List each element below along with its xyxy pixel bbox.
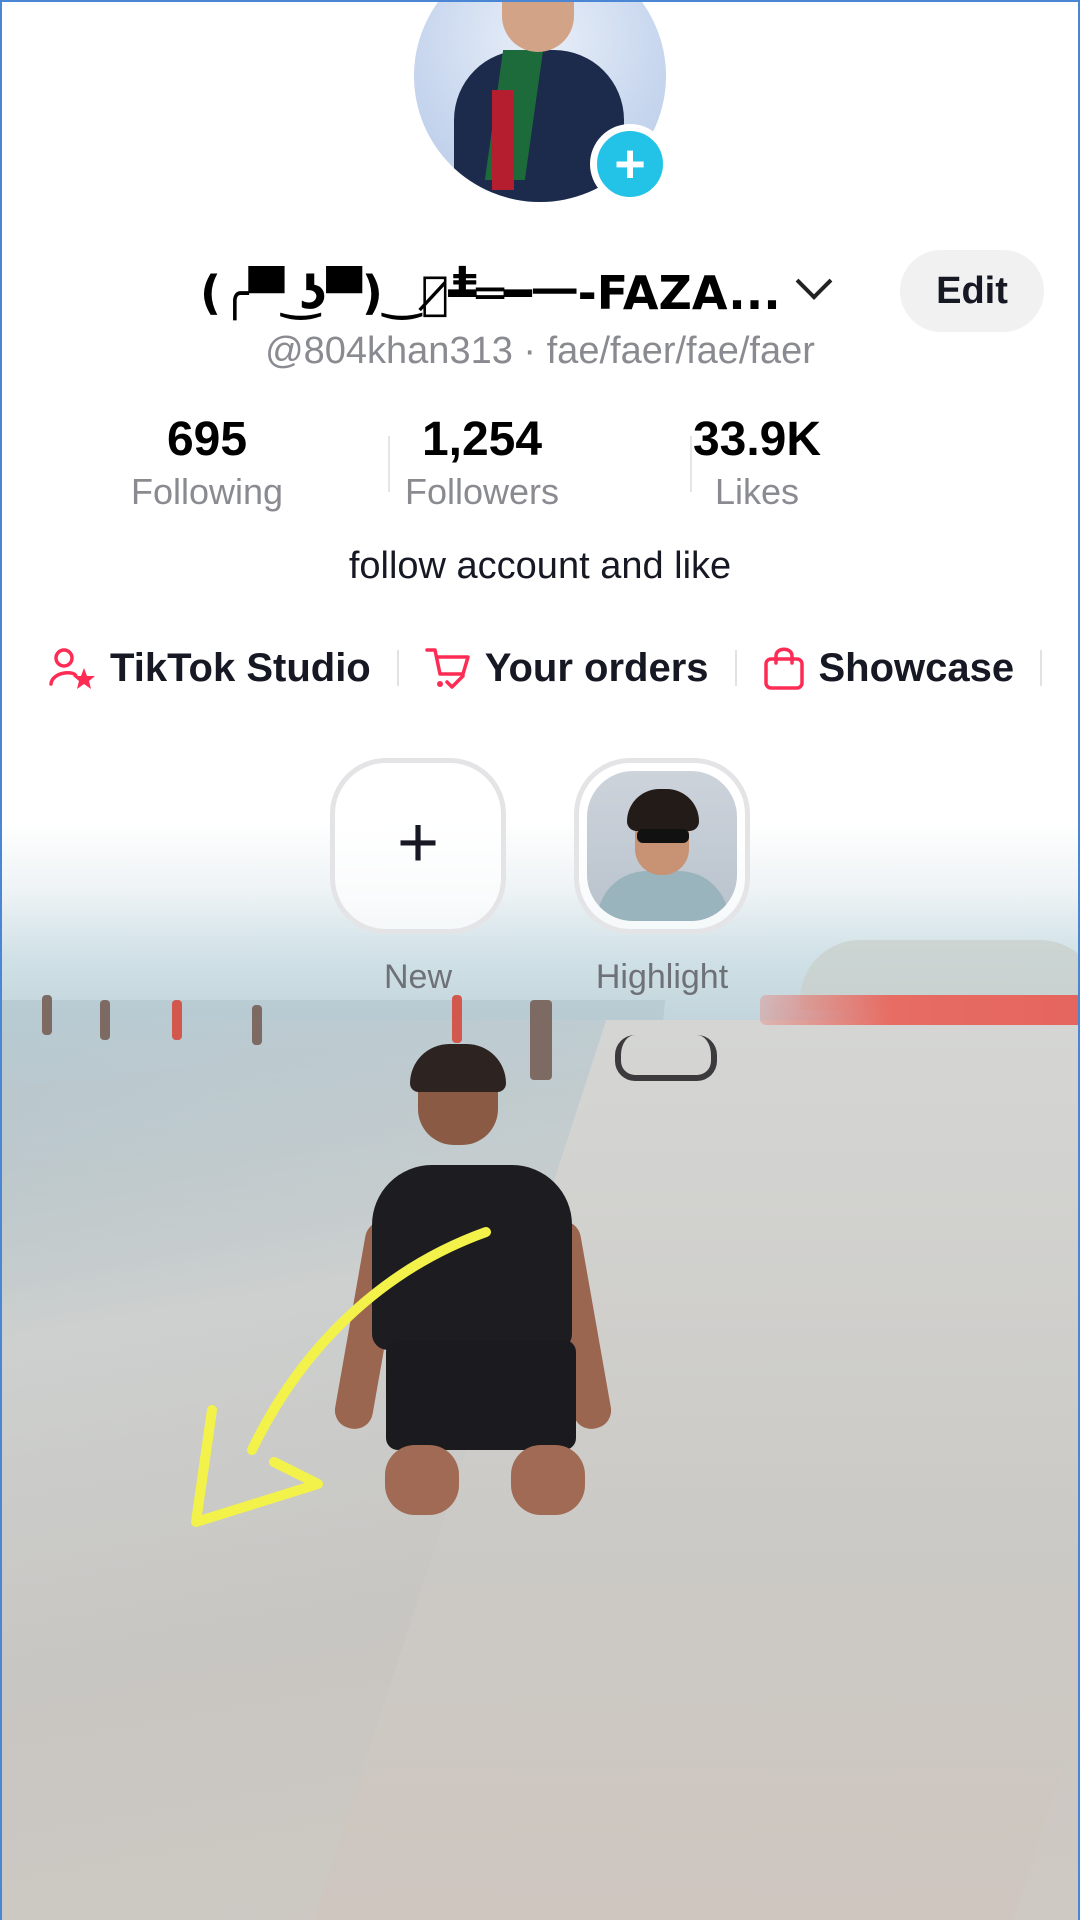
stat-label: Likes (714, 471, 800, 512)
distant-person (452, 995, 462, 1043)
link-tiktok-studio[interactable]: TikTok Studio (48, 646, 371, 691)
chevron-down-icon[interactable] (795, 263, 833, 300)
stat-value: 33.9K (692, 413, 822, 466)
handle-row: @804khan313 · fae/faer/fae/faer (0, 330, 1080, 373)
plus-icon: + (396, 803, 440, 883)
distant-person (100, 1000, 110, 1040)
stat-divider (388, 436, 390, 492)
link-label: Showcase (818, 645, 1015, 690)
sunglasses-icon (637, 829, 689, 843)
user-star-icon (49, 648, 95, 689)
stat-value: 695 (166, 413, 248, 466)
username: @804khan313 (265, 330, 513, 372)
pronouns: fae/faer/fae/faer (546, 330, 815, 372)
stat-likes[interactable]: 33.9K Likes (642, 410, 872, 520)
stat-value: 1,254 (421, 413, 543, 466)
cart-icon (425, 648, 470, 689)
shopping-bag-icon (763, 647, 804, 690)
stat-label: Followers (404, 471, 560, 512)
highlight-label: New (383, 958, 453, 996)
add-story-plus-icon[interactable]: + (590, 124, 670, 204)
edit-profile-button[interactable]: Edit (900, 250, 1044, 332)
highlight-thumbnail (587, 771, 737, 921)
handle-separator: · (512, 330, 547, 372)
stat-following[interactable]: 695 Following (92, 410, 322, 520)
display-name-row[interactable]: (╭▀̿ ͜ʖ▀̿)‿︻̷┻̿═━一-FAZA... (200, 250, 833, 330)
highlight-item[interactable] (574, 758, 750, 934)
profile-stats: 695 Following 1,254 Followers 33.9K Like… (92, 410, 872, 520)
link-your-orders[interactable]: Your orders (425, 646, 709, 691)
highlight-new-button[interactable]: + (330, 758, 506, 934)
background-photo (0, 820, 1080, 1920)
beach-umbrellas (760, 995, 1080, 1025)
link-separator (396, 650, 399, 686)
motorbike (615, 1035, 717, 1081)
stat-label: Following (130, 471, 284, 512)
stat-followers[interactable]: 1,254 Followers (367, 410, 597, 520)
distant-person (252, 1005, 262, 1045)
distant-person (42, 995, 52, 1035)
highlight-label: Highlight (595, 958, 729, 996)
bio: follow account and like (348, 545, 732, 587)
stat-divider (690, 436, 692, 492)
display-name: (╭▀̿ ͜ʖ▀̿)‿︻̷┻̿═━一-FAZA... (200, 266, 781, 320)
kneeling-person (330, 1044, 630, 1515)
link-showcase[interactable]: Showcase (763, 645, 1015, 691)
link-label: TikTok Studio (110, 645, 371, 690)
link-separator (734, 650, 737, 686)
profile-links: TikTok Studio Your orders Showcase (48, 640, 1068, 696)
distant-person (172, 1000, 182, 1040)
link-separator (1040, 650, 1043, 686)
link-label: Your orders (484, 645, 709, 690)
